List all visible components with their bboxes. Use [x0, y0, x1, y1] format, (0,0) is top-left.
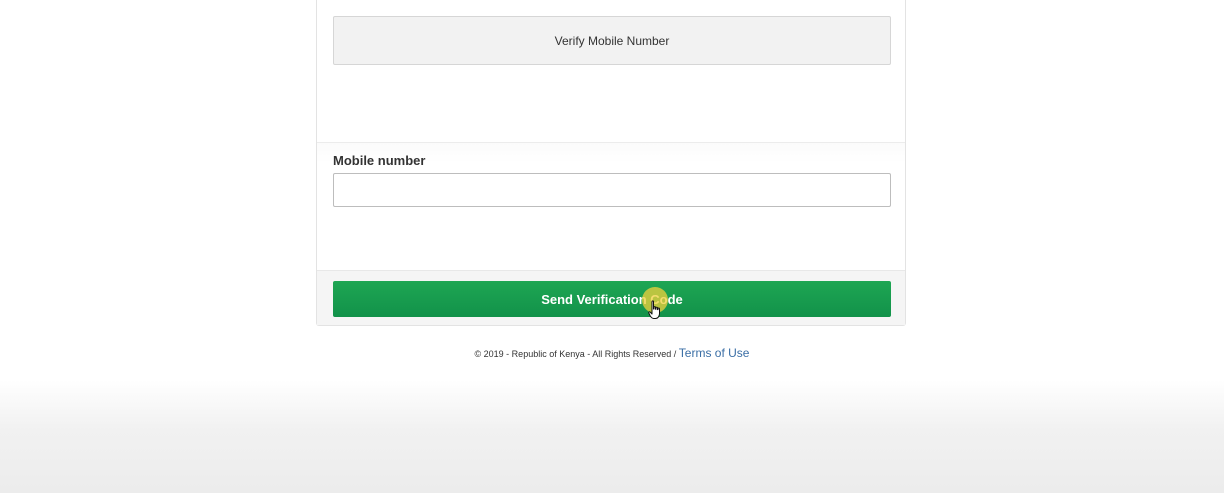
- send-verification-code-button[interactable]: Send Verification Code: [333, 281, 891, 317]
- send-verification-code-label: Send Verification Code: [541, 291, 683, 307]
- verify-mobile-title: Verify Mobile Number: [554, 33, 670, 48]
- verification-panel: Verify Mobile Number Mobile number Send …: [316, 0, 906, 326]
- mobile-number-input[interactable]: [333, 173, 891, 207]
- copyright-text: © 2019 - Republic of Kenya - All Rights …: [474, 349, 677, 359]
- mobile-number-label: Mobile number: [333, 153, 426, 168]
- copyright-footer: © 2019 - Republic of Kenya - All Rights …: [0, 346, 1224, 360]
- verify-mobile-header: Verify Mobile Number: [333, 16, 891, 65]
- panel-footer: Send Verification Code: [317, 270, 905, 325]
- terms-of-use-link[interactable]: Terms of Use: [679, 346, 750, 360]
- mobile-field-section: Mobile number: [317, 143, 905, 270]
